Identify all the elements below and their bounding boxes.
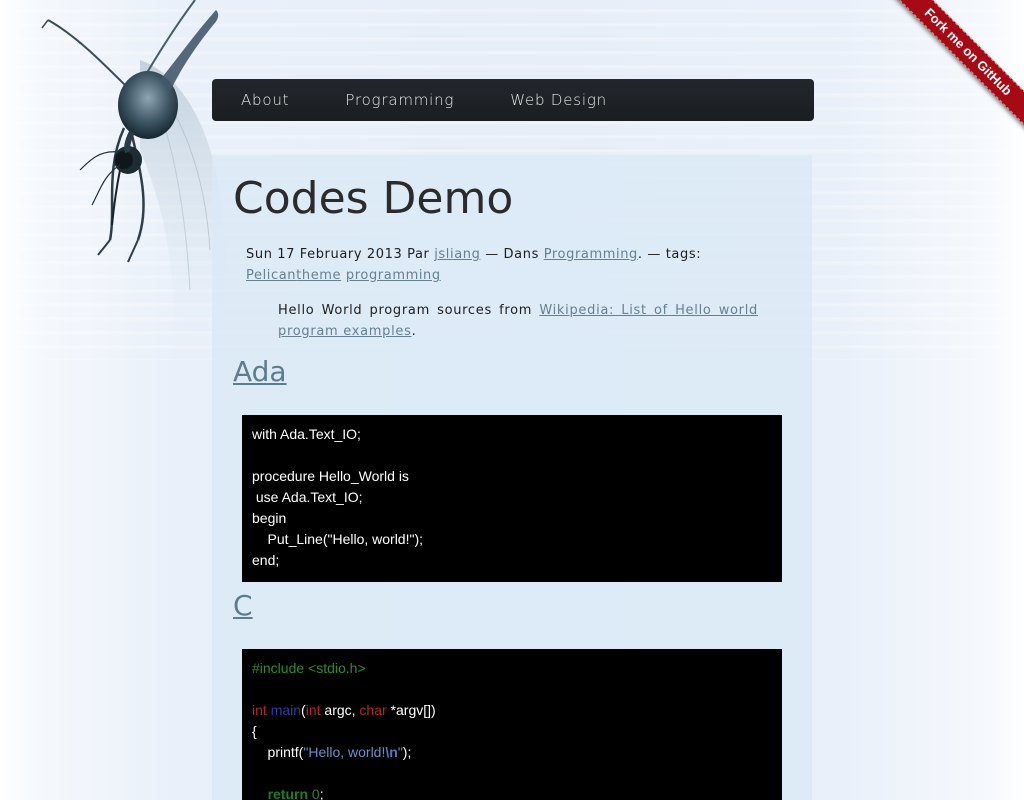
code-token-brace: {	[252, 723, 257, 739]
code-token-preprocessor: #include <stdio.h>	[252, 660, 366, 676]
code-token-indent	[252, 786, 268, 800]
code-line: #include <stdio.h>	[252, 658, 772, 679]
code-line: printf("Hello, world!\n");	[252, 742, 772, 763]
code-token-escape: \n	[385, 744, 398, 760]
tags-label: . — tags:	[637, 247, 702, 262]
code-line: {	[252, 721, 772, 742]
code-token-text: argc,	[320, 702, 360, 718]
code-token-number: 0	[311, 786, 320, 800]
code-line: procedure Hello_World is	[252, 468, 409, 484]
intro-text: Hello World program sources from	[278, 303, 533, 318]
article-date: Sun 17 February 2013	[246, 247, 403, 262]
article-content: Codes Demo Sun 17 February 2013 Par jsli…	[212, 155, 812, 800]
article-meta: Sun 17 February 2013 Par jsliang — Dans …	[246, 244, 766, 286]
code-token-function: main	[270, 702, 302, 718]
code-block-ada: with Ada.Text_IO; procedure Hello_World i…	[242, 415, 782, 582]
author-link[interactable]: jsliang	[434, 247, 480, 262]
code-line: with Ada.Text_IO;	[252, 426, 361, 442]
fork-me-on-github-ribbon[interactable]: Fork me on GitHub	[884, 0, 1024, 139]
code-token-text: *argv[])	[386, 702, 436, 718]
mosquito-illustration	[41, 0, 225, 380]
nav-item-programming[interactable]: Programming	[317, 79, 482, 121]
intro-end: .	[411, 324, 417, 339]
code-token-text: printf(	[252, 744, 304, 760]
code-line: int main(int argc, char *argv[])	[252, 700, 772, 721]
code-block-c: #include <stdio.h> int main(int argc, cha…	[242, 649, 782, 800]
code-line: Put_Line("Hello, world!");	[252, 531, 424, 547]
article-intro: Hello World program sources from Wikiped…	[278, 300, 758, 342]
code-line: begin	[252, 510, 287, 526]
fork-ribbon-container: Fork me on GitHub	[884, 0, 1024, 140]
main-navbar: About Programming Web Design	[212, 79, 814, 121]
code-token-text: ;	[319, 786, 324, 800]
section-heading-ada[interactable]: Ada	[233, 355, 287, 389]
tag-link-programming[interactable]: programming	[346, 268, 441, 283]
code-token-keyword: int	[252, 702, 267, 718]
author-by-label: Par	[407, 247, 430, 262]
category-link[interactable]: Programming	[544, 247, 638, 262]
tag-link-pelican[interactable]: Pelican	[246, 268, 296, 283]
code-token-return: return	[267, 786, 309, 800]
category-in-label: — Dans	[485, 247, 539, 262]
code-token-keyword: char	[359, 702, 387, 718]
code-line: end;	[252, 552, 280, 568]
section-heading-c[interactable]: C	[233, 589, 253, 623]
code-line: use Ada.Text_IO;	[252, 489, 363, 505]
article-title: Codes Demo	[233, 173, 514, 224]
nav-item-about[interactable]: About	[212, 79, 317, 121]
code-token-string: "Hello, world!	[303, 744, 386, 760]
site-title[interactable]	[224, 6, 764, 70]
nav-item-web-design[interactable]: Web Design	[482, 79, 635, 121]
tag-link-theme[interactable]: theme	[296, 268, 341, 283]
code-token-text: );	[402, 744, 412, 760]
code-line: return 0;	[252, 784, 772, 800]
code-token-keyword: int	[305, 702, 321, 718]
